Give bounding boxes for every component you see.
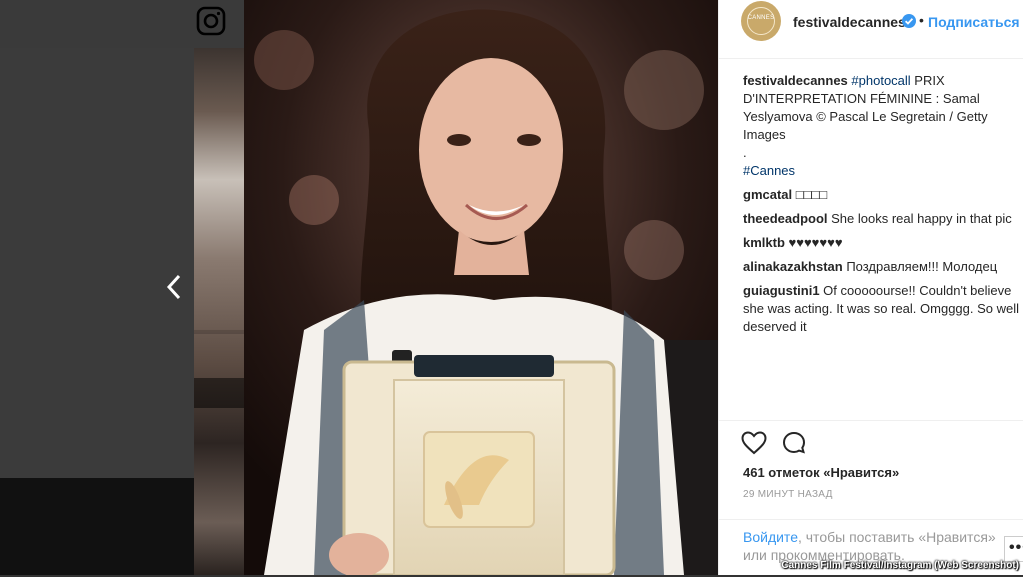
avatar[interactable]: CANNES [741,1,781,41]
post-header: CANNES festivaldecannes • Подписаться [719,0,1023,59]
likes-count[interactable]: 461 отметок «Нравится» [743,465,899,480]
comment-text: She looks real happy in that pic [827,211,1012,226]
post-caption: festivaldecannes #photocall PRIX D'INTER… [743,72,1003,180]
post-photo[interactable] [244,0,718,575]
comment-username[interactable]: guiagustini1 [743,283,820,298]
follow-button[interactable]: Подписаться [928,14,1020,30]
hashtag-link[interactable]: #photocall [851,73,910,88]
comment-item: alinakazakhstan Поздравляем!!! Молодец [743,258,1023,276]
post-timestamp[interactable]: 29 МИНУТ НАЗАД [743,489,833,500]
separator-dot: • [919,12,924,28]
avatar-logo-text: CANNES [747,15,775,21]
comment-username[interactable]: theedeadpool [743,211,828,226]
heart-icon[interactable] [741,431,767,455]
comment-item: theedeadpool She looks real happy in tha… [743,210,1023,228]
comment-username[interactable]: alinakazakhstan [743,259,843,274]
verified-badge-icon [902,14,916,28]
comment-item: kmlktb ♥♥♥♥♥♥♥ [743,234,1023,252]
comment-item: gmcatal □□□□ [743,186,1023,204]
chevron-left-icon[interactable] [164,272,184,302]
comment-username[interactable]: kmlktb [743,235,785,250]
more-icon: ••• [1009,539,1023,556]
comment-username[interactable]: gmcatal [743,187,792,202]
instagram-icon[interactable] [196,6,226,36]
caption-username[interactable]: festivaldecannes [743,73,848,88]
login-prompt-text: Войдите, чтобы поставить «Нравится» или … [743,528,1003,564]
post-sidebar: CANNES festivaldecannes • Подписаться fe… [718,0,1023,575]
comment-text: □□□□ [792,187,828,202]
post-actions: 461 отметок «Нравится» 29 МИНУТ НАЗАД Во… [719,420,1023,576]
username-link[interactable]: festivaldecannes [793,14,906,30]
caption-dot: . [743,145,747,160]
more-options-button[interactable]: ••• [1004,536,1023,562]
login-link[interactable]: Войдите [743,529,798,545]
photo-illustration [244,0,718,575]
modal-backdrop-bottom [0,478,194,575]
hashtag-link-cannes[interactable]: #Cannes [743,162,1003,180]
photo-credit: Cannes Film Festival/Instagram (Web Scre… [781,560,1019,571]
comments-list: festivaldecannes #photocall PRIX D'INTER… [743,72,1023,336]
comment-item: guiagustini1 Of cooooourse!! Couldn't be… [743,282,1023,336]
comment-icon[interactable] [782,431,806,455]
comment-text: ♥♥♥♥♥♥♥ [784,235,843,250]
background-post-preview [194,48,244,575]
modal-backdrop[interactable] [0,48,194,478]
comment-text: Поздравляем!!! Молодец [842,259,998,274]
